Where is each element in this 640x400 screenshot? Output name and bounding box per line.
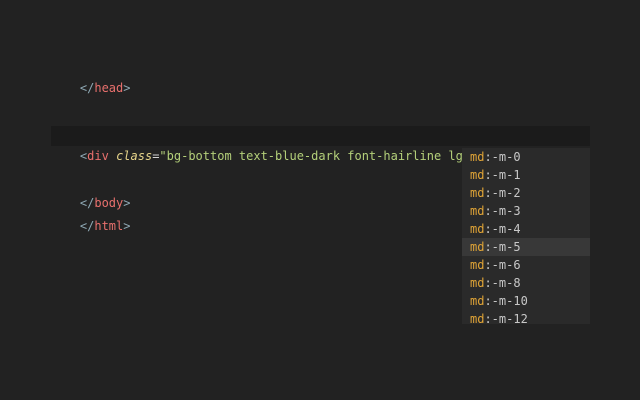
code-line-div-active[interactable]: <div class="bg-bottom text-blue-dark fon… xyxy=(51,126,590,163)
tag-name: div xyxy=(87,149,109,163)
code-line-body-close[interactable]: </body> xyxy=(51,173,131,210)
suggestion-prefix: md xyxy=(470,150,485,164)
autocomplete-item[interactable]: md:-m-12 xyxy=(462,310,590,324)
autocomplete-item[interactable]: md:-m-3 xyxy=(462,202,590,220)
suggestion-text: :-m-12 xyxy=(484,312,528,324)
autocomplete-item[interactable]: md:-m-4 xyxy=(462,220,590,238)
tag-bracket: > xyxy=(123,219,131,233)
code-line-head-close[interactable]: </head> xyxy=(51,58,131,95)
autocomplete-dropdown[interactable]: md:-m-0 md:-m-1 md:-m-2 md:-m-3 md:-m-4 md:-m… xyxy=(462,148,590,324)
suggestion-prefix: md xyxy=(470,276,485,290)
suggestion-text: :-m-1 xyxy=(484,168,521,182)
tag-name: head xyxy=(94,81,124,95)
suggestion-text: :-m-3 xyxy=(484,204,521,218)
suggestion-text: :-m-8 xyxy=(484,276,521,290)
suggestion-text: :-m-0 xyxy=(484,150,521,164)
tag-bracket: </ xyxy=(79,81,95,95)
code-line-body-open[interactable]: <body> xyxy=(51,104,123,141)
autocomplete-item[interactable]: md:-m-2 xyxy=(462,184,590,202)
suggestion-prefix: md xyxy=(470,258,485,272)
suggestion-text: :-m-10 xyxy=(484,294,528,308)
autocomplete-item-selected[interactable]: md:-m-5 xyxy=(462,238,590,256)
tag-bracket: </ xyxy=(79,219,95,233)
suggestion-text: :-m-5 xyxy=(484,240,521,254)
suggestion-text: :-m-2 xyxy=(484,186,521,200)
autocomplete-item[interactable]: md:-m-6 xyxy=(462,256,590,274)
suggestion-prefix: md xyxy=(470,186,485,200)
tag-name: html xyxy=(94,219,124,233)
autocomplete-item[interactable]: md:-m-0 xyxy=(462,148,590,166)
autocomplete-item[interactable]: md:-m-8 xyxy=(462,274,590,292)
code-line-html-close[interactable]: </html> xyxy=(51,196,131,233)
suggestion-prefix: md xyxy=(470,240,485,254)
suggestion-prefix: md xyxy=(470,312,485,324)
suggestion-text: :-m-4 xyxy=(484,222,521,236)
suggestion-prefix: md xyxy=(470,204,485,218)
suggestion-text: :-m-6 xyxy=(484,258,521,272)
autocomplete-item[interactable]: md:-m-1 xyxy=(462,166,590,184)
suggestion-prefix: md xyxy=(470,294,485,308)
attribute-name: class xyxy=(116,149,153,163)
tag-bracket: > xyxy=(123,81,131,95)
autocomplete-item[interactable]: md:-m-10 xyxy=(462,292,590,310)
code-editor[interactable]: </head> <body> <div class="bg-bottom tex… xyxy=(0,0,640,400)
suggestion-prefix: md xyxy=(470,222,485,236)
suggestion-prefix: md xyxy=(470,168,485,182)
